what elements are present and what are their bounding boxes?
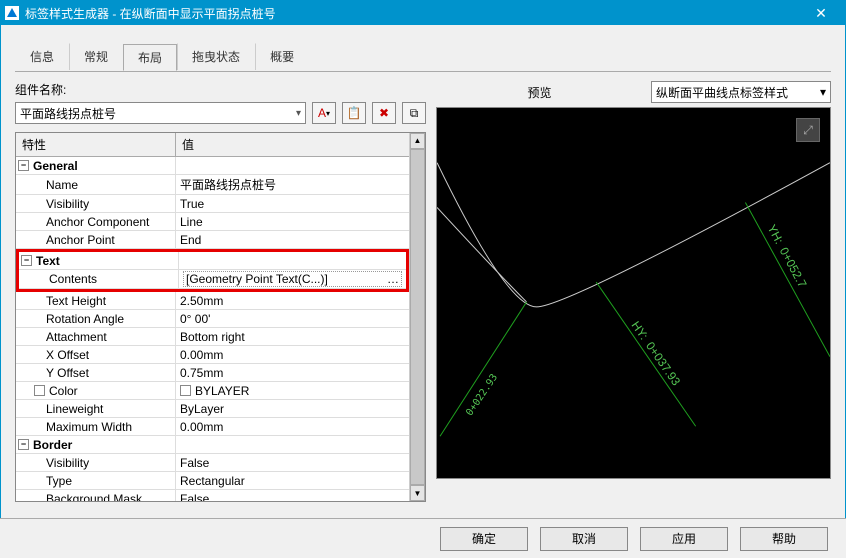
tab-dragstate[interactable]: 拖曳状态 (177, 43, 255, 70)
contents-editor[interactable]: [Geometry Point Text(C...)] … (183, 271, 402, 287)
component-name-label: 组件名称: (15, 81, 426, 98)
prop-background-mask[interactable]: Background MaskFalse (16, 490, 409, 501)
reorder-component-button[interactable]: ⧉ (402, 102, 426, 124)
prop-border-type[interactable]: TypeRectangular (16, 472, 409, 490)
color-checkbox[interactable] (34, 385, 45, 396)
prop-anchor-point[interactable]: Anchor PointEnd (16, 231, 409, 249)
prop-border-visibility[interactable]: VisibilityFalse (16, 454, 409, 472)
collapse-icon[interactable]: − (21, 255, 32, 266)
ok-button[interactable]: 确定 (440, 527, 528, 551)
prop-max-width[interactable]: Maximum Width0.00mm (16, 418, 409, 436)
svg-text:YH: 0+052.7: YH: 0+052.7 (765, 222, 810, 290)
preview-style-select[interactable]: 纵断面平曲线点标签样式 ▾ (651, 81, 831, 103)
property-grid: 特性 值 −General Name平面路线拐点桩号 VisibilityTru… (15, 132, 426, 502)
prop-contents[interactable]: Contents [Geometry Point Text(C...)] … (19, 270, 406, 289)
property-scrollbar[interactable]: ▲ ▼ (409, 133, 425, 501)
group-text[interactable]: −Text (19, 252, 406, 270)
prop-anchor-component[interactable]: Anchor ComponentLine (16, 213, 409, 231)
chevron-down-icon: ▾ (820, 85, 826, 99)
scroll-down-icon[interactable]: ▼ (410, 485, 425, 501)
pan-button[interactable]: ⤢ (796, 118, 820, 142)
titlebar: 标签样式生成器 - 在纵断面中显示平面拐点桩号 ✕ (1, 1, 845, 25)
anno-left: 0+022.93 (464, 372, 500, 418)
add-component-button[interactable]: A▾ (312, 102, 336, 124)
anno-mid: 0+037.93 (643, 339, 683, 388)
chevron-down-icon: ▾ (296, 108, 301, 119)
group-border[interactable]: −Border (16, 436, 409, 454)
tab-summary[interactable]: 概要 (255, 43, 309, 70)
tab-layout[interactable]: 布局 (123, 44, 177, 71)
svg-text:HY: 0+037.93: HY: 0+037.93 (629, 319, 684, 389)
column-header-property: 特性 (16, 133, 176, 156)
prop-name[interactable]: Name平面路线拐点桩号 (16, 175, 409, 195)
preview-canvas[interactable]: 0+022.93 HY: 0+037.93 YH: 0+052.7 ⤢ (436, 107, 831, 479)
column-header-value: 值 (176, 133, 409, 156)
scroll-up-icon[interactable]: ▲ (410, 133, 425, 149)
anno-right: 0+052.7 (777, 245, 810, 290)
prop-x-offset[interactable]: X Offset0.00mm (16, 346, 409, 364)
dialog-footer: 确定 取消 应用 帮助 (0, 518, 846, 558)
app-icon (5, 6, 19, 20)
delete-component-button[interactable]: ✖ (372, 102, 396, 124)
prop-color[interactable]: Color BYLAYER (16, 382, 409, 400)
collapse-icon[interactable]: − (18, 160, 29, 171)
prop-lineweight[interactable]: LineweightByLayer (16, 400, 409, 418)
window-title: 标签样式生成器 - 在纵断面中显示平面拐点桩号 (25, 5, 801, 22)
prop-rotation-angle[interactable]: Rotation Angle0° 00' (16, 310, 409, 328)
ellipsis-button[interactable]: … (387, 272, 399, 286)
prop-text-height[interactable]: Text Height2.50mm (16, 292, 409, 310)
group-general[interactable]: −General (16, 157, 409, 175)
collapse-icon[interactable]: − (18, 439, 29, 450)
copy-component-button[interactable]: 📋 (342, 102, 366, 124)
tab-general[interactable]: 常规 (69, 43, 123, 70)
prop-y-offset[interactable]: Y Offset0.75mm (16, 364, 409, 382)
anno-mid-prefix: HY: (629, 319, 651, 343)
cancel-button[interactable]: 取消 (540, 527, 628, 551)
apply-button[interactable]: 应用 (640, 527, 728, 551)
tabstrip: 信息 常规 布局 拖曳状态 概要 (1, 25, 845, 70)
prop-visibility[interactable]: VisibilityTrue (16, 195, 409, 213)
tab-info[interactable]: 信息 (15, 43, 69, 70)
help-button[interactable]: 帮助 (740, 527, 828, 551)
component-select-value: 平面路线拐点桩号 (20, 105, 116, 122)
scroll-thumb[interactable] (410, 149, 425, 485)
prop-attachment[interactable]: AttachmentBottom right (16, 328, 409, 346)
color-swatch (180, 385, 191, 396)
component-select[interactable]: 平面路线拐点桩号 ▾ (15, 102, 306, 124)
preview-label: 预览 (436, 84, 643, 101)
close-icon[interactable]: ✕ (801, 5, 841, 22)
